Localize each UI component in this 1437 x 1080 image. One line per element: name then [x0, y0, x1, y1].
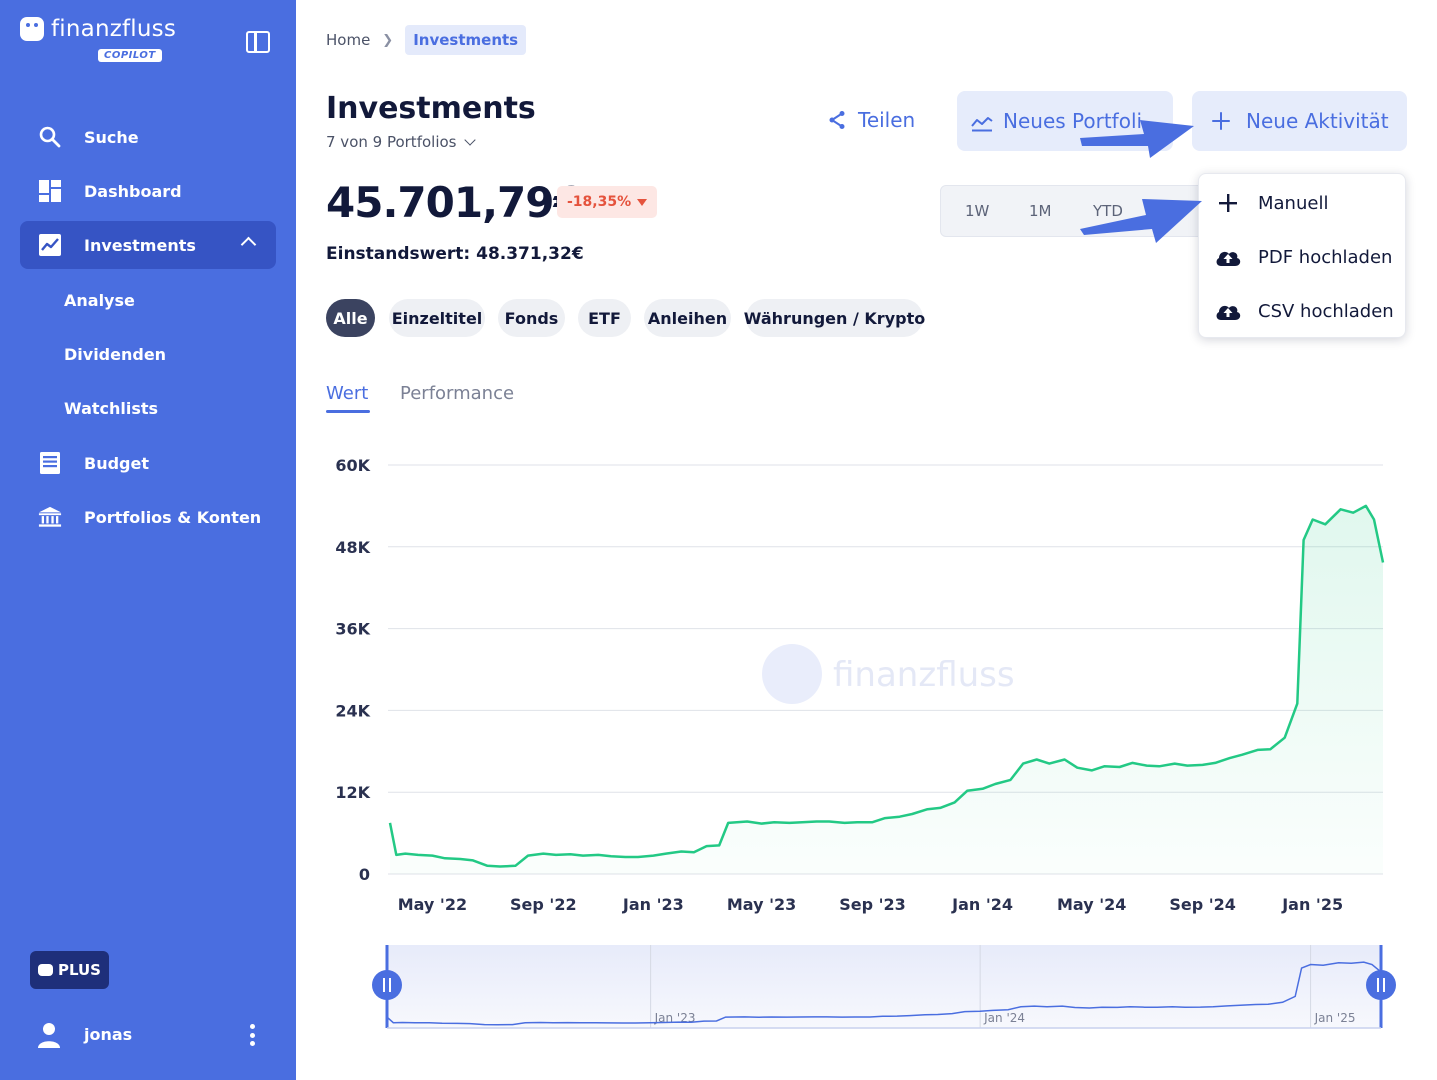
hippo-icon	[37, 964, 53, 976]
sidebar-subitem-analyse[interactable]: Analyse	[64, 291, 135, 310]
chevron-right-icon: ❯	[382, 32, 394, 48]
sidebar-item-label: Dashboard	[84, 181, 182, 201]
navigator-tick-label: Jan '25	[1314, 1011, 1356, 1025]
portfolio-select[interactable]: 7 von 9 Portfolios	[326, 133, 477, 151]
range-1m[interactable]: 1M	[1029, 202, 1052, 220]
filter-chip-etf[interactable]: ETF	[578, 299, 631, 337]
change-value: -18,35%	[567, 194, 632, 210]
tab-performance[interactable]: Performance	[400, 383, 514, 404]
share-button[interactable]: Teilen	[828, 108, 915, 132]
brand-name: finanzfluss	[51, 16, 177, 42]
user-icon	[38, 1022, 60, 1048]
y-tick-label: 60K	[335, 456, 370, 475]
y-tick-label: 36K	[335, 620, 370, 639]
sidebar-subitem-watchlists[interactable]: Watchlists	[64, 399, 158, 418]
budget-icon	[38, 451, 62, 475]
more-vertical-icon[interactable]	[249, 1024, 255, 1046]
triangle-down-icon	[637, 198, 648, 206]
brand-logo[interactable]: finanzfluss	[20, 16, 176, 42]
y-tick-label: 24K	[335, 701, 370, 720]
app: { "brand": { "name": "finanzfluss", "bad…	[0, 0, 1437, 1080]
x-tick-label: May '22	[398, 895, 467, 914]
sidebar-item-portfolios-konten[interactable]: Portfolios & Konten	[20, 493, 276, 541]
navigator-tick-label: Jan '24	[983, 1011, 1025, 1025]
tab-wert[interactable]: Wert	[326, 383, 368, 404]
x-tick-label: Sep '24	[1169, 895, 1236, 914]
breadcrumb-current[interactable]: Investments	[405, 25, 527, 55]
cloud-upload-icon	[1215, 300, 1241, 322]
sidebar-item-label: Investments	[84, 235, 196, 255]
navigator-handle-left[interactable]	[372, 970, 402, 1000]
chart-watermark: finanzfluss	[762, 644, 1015, 704]
x-tick-label: Jan '23	[622, 895, 684, 914]
active-tab-indicator	[326, 410, 370, 413]
portfolio-value-chart[interactable]: 60K 48K 36K 24K 12K 0 finanzfluss May '22 Sep '2…	[320, 445, 1400, 1045]
new-activity-label: Neue Aktivität	[1246, 109, 1389, 133]
menu-item-label: PDF hochladen	[1258, 246, 1393, 268]
sidebar-item-label: Portfolios & Konten	[84, 507, 262, 527]
range-1w[interactable]: 1W	[965, 202, 989, 220]
search-icon	[38, 125, 62, 149]
sidebar-item-budget[interactable]: Budget	[20, 439, 276, 487]
new-activity-button[interactable]: Neue Aktivität	[1192, 91, 1407, 151]
menu-item-label: CSV hochladen	[1258, 300, 1394, 322]
y-tick-label: 12K	[335, 783, 370, 802]
sidebar-item-suche[interactable]: Suche	[20, 113, 276, 161]
x-tick-label: May '23	[727, 895, 796, 914]
share-label: Teilen	[858, 108, 916, 132]
filter-chip-anleihen[interactable]: Anleihen	[644, 299, 731, 337]
share-icon	[828, 110, 846, 130]
filter-chip-einzeltitel[interactable]: Einzeltitel	[389, 299, 485, 337]
portfolio-value: 45.701,79€	[326, 178, 583, 227]
x-tick-label: May '24	[1057, 895, 1126, 914]
hippo-logo-icon	[20, 17, 44, 41]
bank-icon	[38, 505, 62, 529]
user-menu[interactable]: jonas	[20, 1012, 276, 1058]
sidebar-subitem-dividenden[interactable]: Dividenden	[64, 345, 166, 364]
annotation-arrow-icon	[1080, 120, 1194, 158]
sidebar-toggle-icon[interactable]	[246, 31, 270, 53]
plus-label: PLUS	[57, 961, 101, 979]
chevron-up-icon[interactable]	[240, 236, 257, 253]
sidebar-item-label: Budget	[84, 453, 149, 473]
x-tick-label: Jan '24	[951, 895, 1013, 914]
breadcrumb-home[interactable]: Home	[326, 31, 370, 49]
user-name: jonas	[84, 1025, 133, 1044]
annotation-arrow-icon	[1080, 199, 1202, 243]
page-title: Investments	[326, 91, 536, 126]
chevron-down-icon	[464, 133, 477, 146]
x-tick-label: Sep '22	[510, 895, 577, 914]
sidebar-item-dashboard[interactable]: Dashboard	[20, 167, 276, 215]
plus-icon	[1215, 192, 1241, 214]
cloud-upload-icon	[1215, 246, 1241, 268]
y-tick-label: 0	[359, 865, 370, 884]
menu-item-pdf-upload[interactable]: PDF hochladen	[1199, 234, 1407, 280]
dashboard-icon	[38, 179, 62, 203]
change-badge: -18,35%	[557, 186, 658, 218]
sidebar: finanzfluss COPILOT Suche Dashboard Inve…	[0, 0, 296, 1080]
chart-line-icon	[971, 113, 993, 132]
svg-text:finanzfluss: finanzfluss	[833, 655, 1015, 695]
y-tick-label: 48K	[335, 538, 370, 557]
filter-chip-waehrungen-krypto[interactable]: Währungen / Krypto	[744, 299, 925, 337]
new-activity-dropdown: Manuell PDF hochladen CSV hochladen	[1198, 173, 1406, 338]
plus-icon	[1212, 112, 1230, 130]
plus-badge[interactable]: PLUS	[30, 951, 109, 989]
copilot-badge: COPILOT	[98, 49, 162, 62]
trending-up-icon	[38, 233, 62, 257]
navigator-handle-right[interactable]	[1366, 970, 1396, 1000]
cost-basis: Einstandswert: 48.371,32€	[326, 244, 584, 264]
sidebar-item-label: Suche	[84, 127, 139, 147]
breadcrumb: Home ❯ Investments	[326, 25, 527, 55]
filter-chip-fonds[interactable]: Fonds	[498, 299, 565, 337]
portfolio-select-label: 7 von 9 Portfolios	[326, 133, 457, 151]
filter-chip-alle[interactable]: Alle	[326, 299, 375, 337]
sidebar-item-investments[interactable]: Investments	[20, 221, 276, 269]
menu-item-csv-upload[interactable]: CSV hochladen	[1199, 288, 1407, 334]
x-tick-label: Sep '23	[839, 895, 906, 914]
menu-item-label: Manuell	[1258, 192, 1329, 214]
menu-item-manuell[interactable]: Manuell	[1199, 180, 1407, 226]
x-tick-label: Jan '25	[1281, 895, 1343, 914]
